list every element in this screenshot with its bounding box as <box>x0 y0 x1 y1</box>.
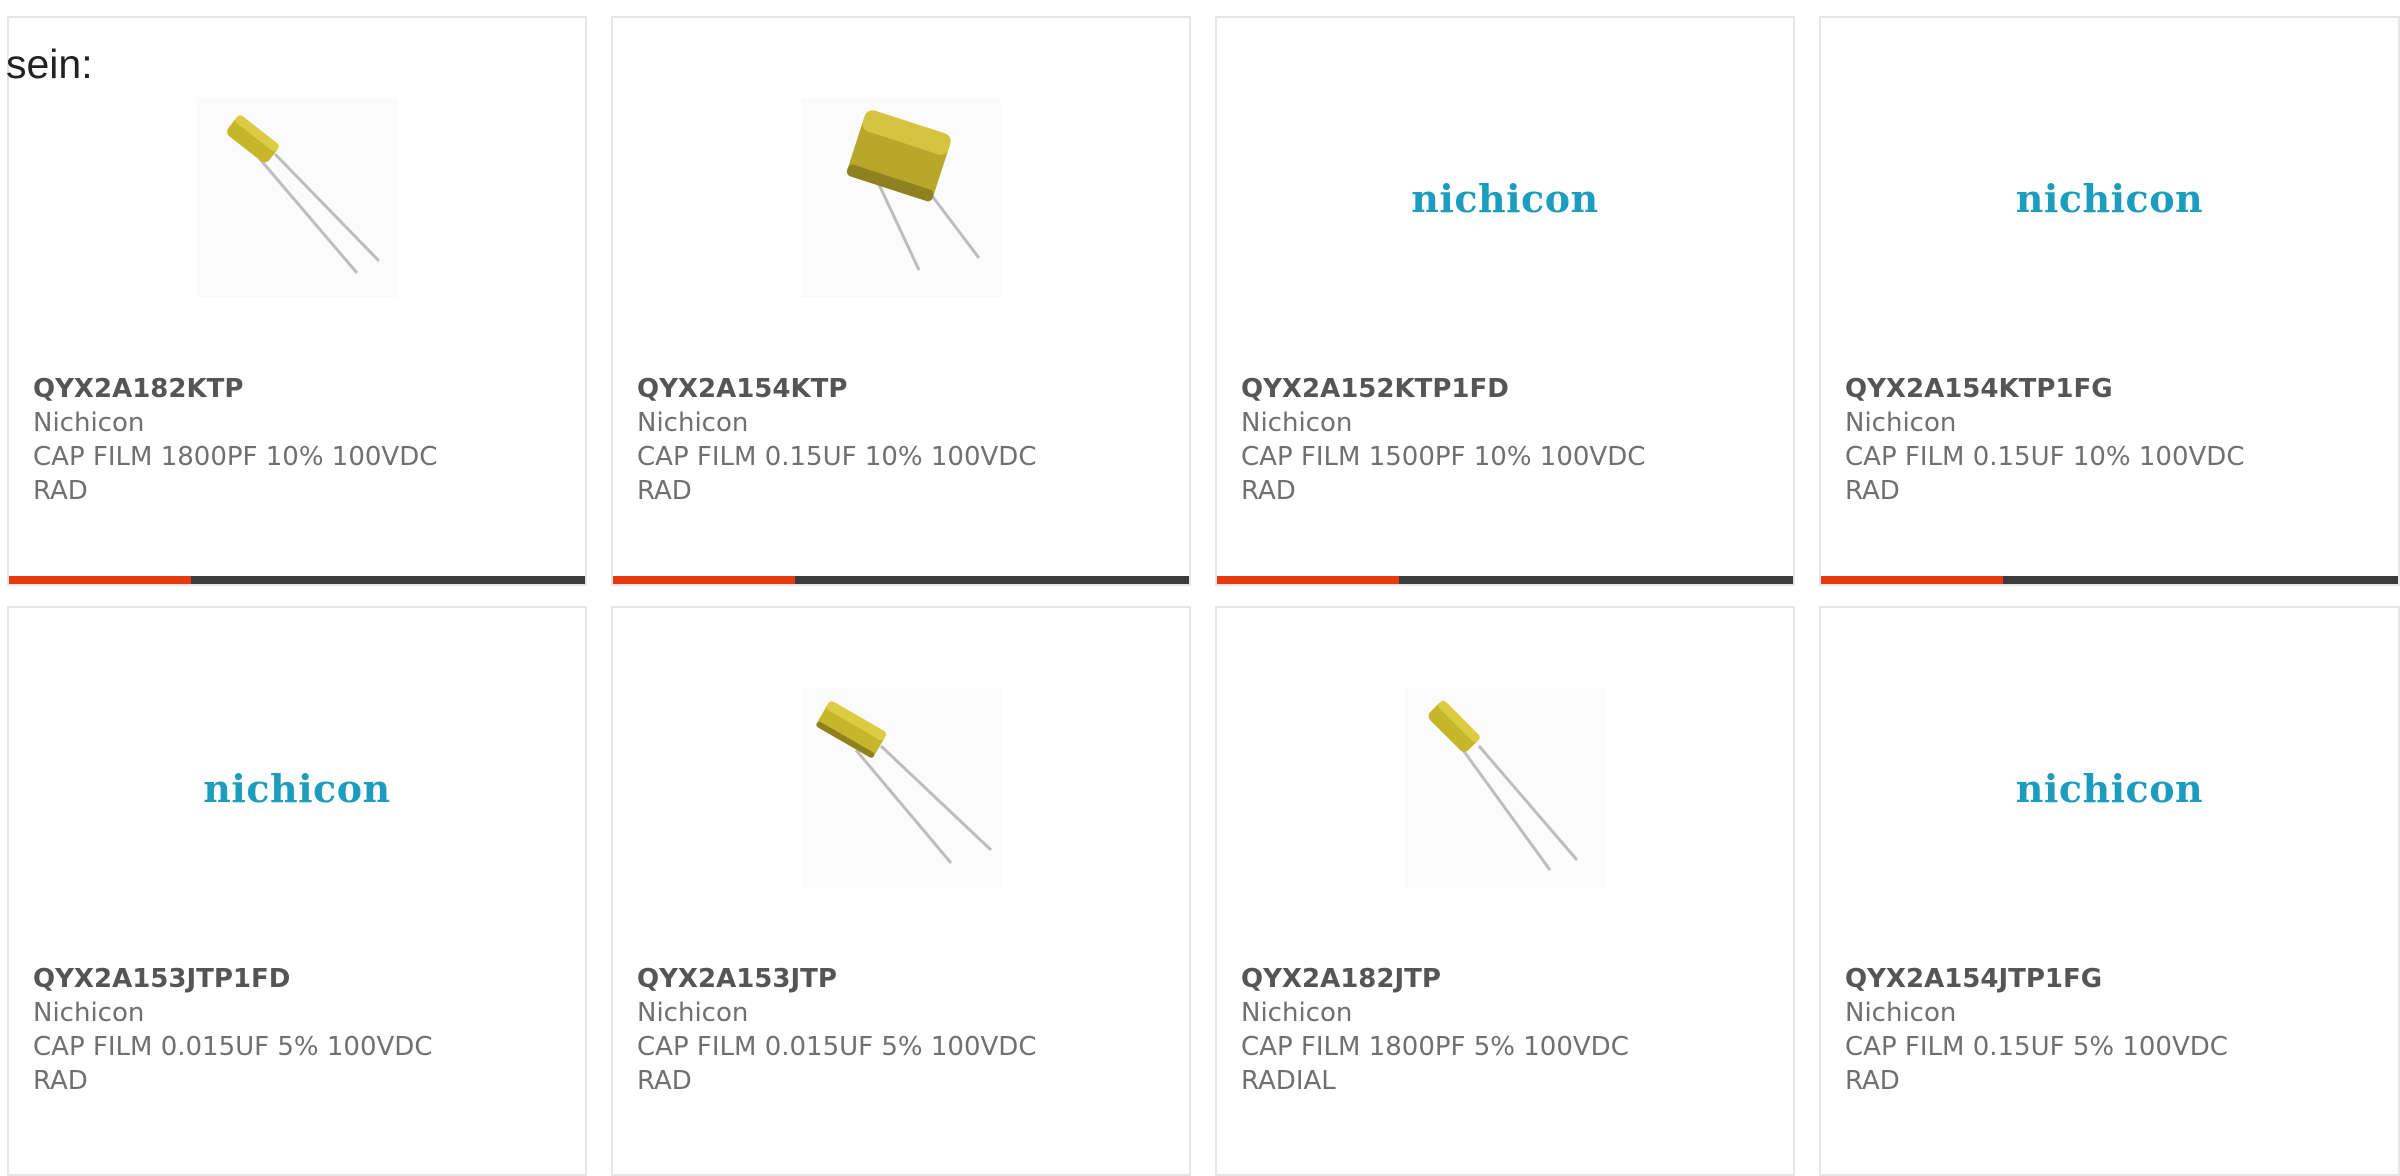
product-description-2: RAD <box>1845 476 1900 506</box>
product-description-2: RADIAL <box>1241 1066 1336 1096</box>
product-info: QYX2A153JTP Nichicon CAP FILM 0.015UF 5%… <box>637 962 1177 1098</box>
product-image[interactable] <box>613 98 1189 298</box>
product-card[interactable]: nichicon QYX2A154JTP1FG Nichicon CAP FIL… <box>1819 606 2400 1176</box>
capacitor-small-image <box>1405 688 1605 888</box>
product-description-2: RAD <box>1845 1066 1900 1096</box>
card-accent-fill <box>9 576 191 584</box>
product-card[interactable]: QYX2A182KTP Nichicon CAP FILM 1800PF 10%… <box>7 16 587 586</box>
product-info: QYX2A182JTP Nichicon CAP FILM 1800PF 5% … <box>1241 962 1781 1098</box>
product-card[interactable]: nichicon QYX2A154KTP1FG Nichicon CAP FIL… <box>1819 16 2400 586</box>
product-manufacturer: Nichicon <box>33 998 145 1028</box>
card-accent-bar <box>1821 576 2398 584</box>
product-card[interactable]: QYX2A182JTP Nichicon CAP FILM 1800PF 5% … <box>1215 606 1795 1176</box>
product-image[interactable]: nichicon <box>9 688 585 888</box>
product-manufacturer: Nichicon <box>637 408 749 438</box>
card-accent-fill <box>1821 576 2003 584</box>
product-part-number[interactable]: QYX2A182KTP <box>33 372 573 406</box>
product-info: QYX2A154JTP1FG Nichicon CAP FILM 0.15UF … <box>1845 962 2386 1098</box>
product-description-2: RAD <box>637 1066 692 1096</box>
card-accent-bar <box>1217 576 1793 584</box>
product-card[interactable]: QYX2A153JTP Nichicon CAP FILM 0.015UF 5%… <box>611 606 1191 1176</box>
product-part-number[interactable]: QYX2A154KTP1FG <box>1845 372 2386 406</box>
nichicon-logo-image: nichicon <box>1411 175 1599 221</box>
product-description-2: RAD <box>637 476 692 506</box>
product-part-number[interactable]: QYX2A182JTP <box>1241 962 1781 996</box>
nichicon-logo-image: nichicon <box>203 765 391 811</box>
product-part-number[interactable]: QYX2A153JTP <box>637 962 1177 996</box>
product-image[interactable] <box>613 688 1189 888</box>
product-info: QYX2A154KTP Nichicon CAP FILM 0.15UF 10%… <box>637 372 1177 508</box>
product-manufacturer: Nichicon <box>1241 998 1353 1028</box>
product-part-number[interactable]: QYX2A153JTP1FD <box>33 962 573 996</box>
product-description-2: RAD <box>33 476 88 506</box>
product-part-number[interactable]: QYX2A152KTP1FD <box>1241 372 1781 406</box>
card-accent-bar <box>9 576 585 584</box>
product-image[interactable]: nichicon <box>1821 688 2398 888</box>
capacitor-medium-image <box>801 688 1001 888</box>
product-description: CAP FILM 1800PF 5% 100VDC <box>1241 1032 1629 1062</box>
card-accent-bar <box>613 576 1189 584</box>
product-image[interactable]: nichicon <box>1217 98 1793 298</box>
intro-text: sein: <box>6 41 93 87</box>
product-info: QYX2A153JTP1FD Nichicon CAP FILM 0.015UF… <box>33 962 573 1098</box>
product-info: QYX2A154KTP1FG Nichicon CAP FILM 0.15UF … <box>1845 372 2386 508</box>
card-accent-fill <box>613 576 795 584</box>
product-manufacturer: Nichicon <box>1845 998 1957 1028</box>
product-image[interactable] <box>9 98 585 298</box>
product-image[interactable] <box>1217 688 1793 888</box>
product-description-2: RAD <box>1241 476 1296 506</box>
product-part-number[interactable]: QYX2A154KTP <box>637 372 1177 406</box>
product-description-2: RAD <box>33 1066 88 1096</box>
product-description: CAP FILM 0.15UF 5% 100VDC <box>1845 1032 2228 1062</box>
product-manufacturer: Nichicon <box>33 408 145 438</box>
capacitor-small-image <box>197 98 397 298</box>
nichicon-logo-image: nichicon <box>2015 175 2204 221</box>
product-manufacturer: Nichicon <box>637 998 749 1028</box>
card-accent-fill <box>1217 576 1399 584</box>
capacitor-large-image <box>801 98 1001 298</box>
product-image[interactable]: nichicon <box>1821 98 2398 298</box>
product-description: CAP FILM 0.015UF 5% 100VDC <box>637 1032 1037 1062</box>
product-description: CAP FILM 0.015UF 5% 100VDC <box>33 1032 433 1062</box>
product-description: CAP FILM 0.15UF 10% 100VDC <box>1845 442 2245 472</box>
product-manufacturer: Nichicon <box>1241 408 1353 438</box>
product-card[interactable]: nichicon QYX2A152KTP1FD Nichicon CAP FIL… <box>1215 16 1795 586</box>
product-description: CAP FILM 1800PF 10% 100VDC <box>33 442 438 472</box>
product-grid: QYX2A182KTP Nichicon CAP FILM 1800PF 10%… <box>0 0 2400 1176</box>
nichicon-logo-image: nichicon <box>2015 765 2204 811</box>
product-description: CAP FILM 0.15UF 10% 100VDC <box>637 442 1037 472</box>
product-part-number[interactable]: QYX2A154JTP1FG <box>1845 962 2386 996</box>
product-info: QYX2A152KTP1FD Nichicon CAP FILM 1500PF … <box>1241 372 1781 508</box>
product-info: QYX2A182KTP Nichicon CAP FILM 1800PF 10%… <box>33 372 573 508</box>
product-card[interactable]: QYX2A154KTP Nichicon CAP FILM 0.15UF 10%… <box>611 16 1191 586</box>
product-description: CAP FILM 1500PF 10% 100VDC <box>1241 442 1646 472</box>
product-manufacturer: Nichicon <box>1845 408 1957 438</box>
product-card[interactable]: nichicon QYX2A153JTP1FD Nichicon CAP FIL… <box>7 606 587 1176</box>
